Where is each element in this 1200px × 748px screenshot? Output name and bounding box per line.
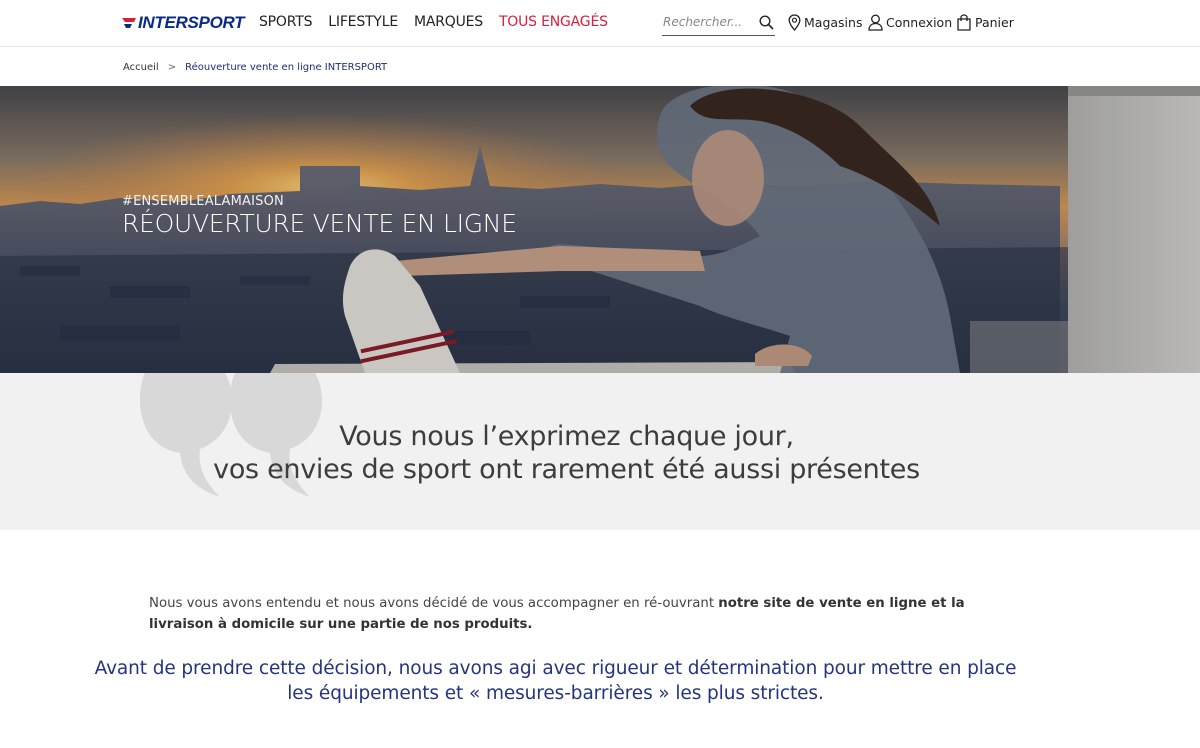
site-header: INTERSPORT SPORTS LIFESTYLE MARQUES TOUS… <box>0 0 1200 47</box>
quote-line-2: vos envies de sport ont rarement été aus… <box>213 454 920 485</box>
user-icon <box>868 14 883 31</box>
cart-label: Panier <box>975 15 1014 30</box>
login-label: Connexion <box>886 15 953 30</box>
search-input[interactable] <box>662 10 752 34</box>
breadcrumb: Accueil > Réouverture vente en ligne INT… <box>123 62 387 73</box>
hero-banner: #ENSEMBLEALAMAISON RÉOUVERTURE VENTE EN … <box>0 86 1200 373</box>
intro-text: Nous vous avons entendu et nous avons dé… <box>149 596 719 611</box>
nav-item-lifestyle[interactable]: LIFESTYLE <box>328 14 398 30</box>
search-icon[interactable] <box>759 15 774 35</box>
quote-line-1: Vous nous l’exprimez chaque jour, <box>339 421 794 452</box>
main-nav: SPORTS LIFESTYLE MARQUES TOUS ENGAGÉS <box>259 14 608 30</box>
location-pin-icon <box>788 14 801 31</box>
hero-text: #ENSEMBLEALAMAISON RÉOUVERTURE VENTE EN … <box>122 194 517 238</box>
shopping-bag-icon <box>957 14 971 31</box>
stores-link[interactable]: Magasins <box>788 14 862 31</box>
hero-hashtag: #ENSEMBLEALAMAISON <box>122 194 284 209</box>
statement-line-2: les équipements et « mesures-barrières »… <box>287 683 824 704</box>
intro-paragraph: Nous vous avons entendu et nous avons dé… <box>149 593 979 635</box>
stores-label: Magasins <box>804 15 863 30</box>
cart-link[interactable]: Panier <box>956 14 1014 31</box>
logo-swoosh-icon <box>122 18 136 28</box>
quote-text: Vous nous l’exprimez chaque jour, vos en… <box>0 420 1133 486</box>
quote-section: Vous nous l’exprimez chaque jour, vos en… <box>0 373 1200 530</box>
intersport-logo[interactable]: INTERSPORT <box>121 13 245 33</box>
breadcrumb-separator: > <box>167 62 177 73</box>
nav-item-tous-engages[interactable]: TOUS ENGAGÉS <box>499 14 608 30</box>
statement-text: Avant de prendre cette décision, nous av… <box>0 656 1111 706</box>
nav-item-marques[interactable]: MARQUES <box>414 14 483 30</box>
logo-text: INTERSPORT <box>138 13 245 32</box>
statement-line-1: Avant de prendre cette décision, nous av… <box>94 658 1017 679</box>
search-box <box>662 10 775 36</box>
login-link[interactable]: Connexion <box>868 14 952 31</box>
breadcrumb-current: Réouverture vente en ligne INTERSPORT <box>185 62 388 73</box>
breadcrumb-home[interactable]: Accueil <box>123 62 159 73</box>
nav-item-sports[interactable]: SPORTS <box>259 14 312 30</box>
hero-title: RÉOUVERTURE VENTE EN LIGNE <box>122 209 517 238</box>
